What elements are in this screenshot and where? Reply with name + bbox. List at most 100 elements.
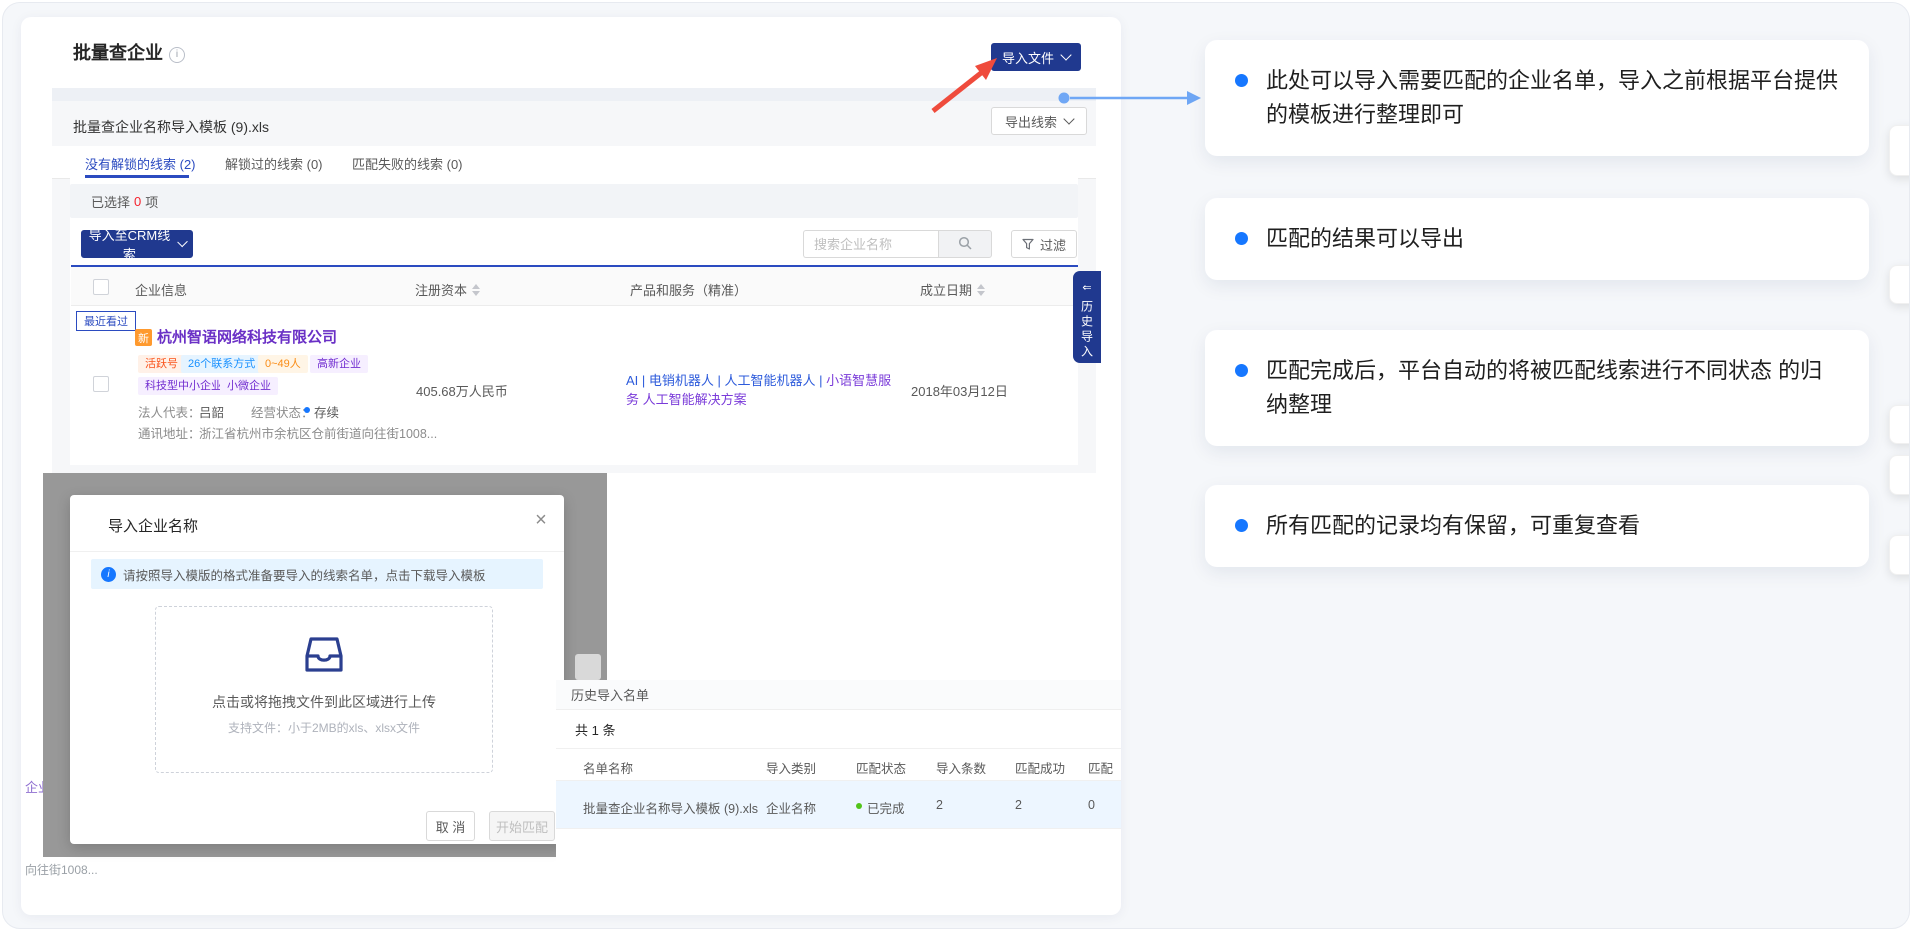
app-panel: 批量查企业名称导入模板 (9).xls 导出线索 没有解锁的线索 (2) 解锁过… — [52, 88, 1096, 473]
edge-card-fragment — [1889, 535, 1910, 575]
address-value: 浙江省杭州市余杭区仓前街道向往街1008... — [199, 423, 437, 442]
sort-icon[interactable] — [977, 284, 985, 296]
chevron-down-icon — [1063, 113, 1074, 124]
search-button[interactable] — [938, 230, 992, 258]
bullet-icon — [1235, 519, 1248, 532]
backdrop-button-fragment — [575, 654, 601, 680]
col-company-info: 企业信息 — [135, 280, 187, 299]
callout-text: 匹配的结果可以导出 — [1266, 222, 1464, 256]
start-match-button-disabled[interactable]: 开始匹配 — [489, 811, 555, 841]
edge-card-fragment — [1889, 125, 1910, 176]
biz-status-text: 存续 — [314, 406, 339, 420]
history-table-header: 名单名称 导入类别 匹配状态 导入条数 匹配成功 匹配失败 — [556, 748, 1121, 781]
col-label: 成立日期 — [920, 283, 972, 298]
import-to-crm-button[interactable]: 导入至CRM线索 — [81, 230, 193, 258]
row-checkbox[interactable] — [93, 376, 109, 392]
collapse-arrow-icon — [1082, 278, 1091, 296]
info-icon — [101, 567, 116, 582]
callout-export-results: 匹配的结果可以导出 — [1205, 198, 1869, 280]
recently-viewed-tag: 最近看过 — [76, 311, 136, 331]
cancel-button[interactable]: 取 消 — [426, 811, 475, 841]
sort-icon[interactable] — [472, 284, 480, 296]
history-import-panel: 历史导入名单 共 1 条 名单名称 导入类别 匹配状态 导入条数 匹配成功 匹配… — [556, 680, 1121, 887]
product-link-blue[interactable]: AI | 电销机器人 | 人工智能机器人 | — [626, 373, 826, 388]
callout-text: 匹配完成后，平台自动的将被匹配线索进行不同状态 的归纳整理 — [1266, 354, 1839, 422]
selection-prefix: 已选择 — [91, 192, 130, 211]
selection-suffix: 项 — [145, 192, 158, 211]
page-title: 批量查企业 — [73, 39, 185, 65]
red-pointer-arrow — [921, 51, 1011, 117]
import-to-crm-label: 导入至CRM线索 — [88, 225, 171, 263]
col-founded-date[interactable]: 成立日期 — [920, 280, 985, 299]
search-input[interactable] — [803, 230, 938, 258]
upload-dropzone[interactable]: 点击或将拖拽文件到此区域进行上传 支持文件：小于2MB的xls、xlsx文件 — [155, 606, 493, 773]
h-col-name: 名单名称 — [583, 758, 633, 777]
history-table-row: 批量查企业名称导入模板 (9).xls 企业名称 已完成 2 2 0 — [556, 781, 1121, 829]
tab-match-failed-leads[interactable]: 匹配失败的线索 (0) — [352, 154, 463, 173]
selection-bar: 已选择 0 项 — [70, 184, 1078, 218]
edge-card-fragment — [1889, 405, 1910, 444]
h-col-imported: 导入条数 — [936, 758, 986, 777]
h-row-failed: 0 — [1088, 798, 1095, 812]
leads-tabbar: 没有解锁的线索 (2) 解锁过的线索 (0) 匹配失败的线索 (0) — [52, 146, 1096, 179]
h-row-name: 批量查企业名称导入模板 (9).xls — [583, 798, 758, 817]
tag-hightech: 高新企业 — [310, 355, 368, 373]
tag-staff-size: 0~49人 — [258, 355, 308, 373]
bullet-icon — [1235, 364, 1248, 377]
callout-import-list: 此处可以导入需要匹配的企业名单，导入之前根据平台提供的模板进行整理即可 — [1205, 40, 1869, 156]
ghost-text-address: 向往街1008... — [25, 861, 98, 878]
callout-text: 此处可以导入需要匹配的企业名单，导入之前根据平台提供的模板进行整理即可 — [1266, 64, 1839, 132]
biz-status-value: 存续 — [314, 402, 339, 421]
h-row-matched: 2 — [1015, 798, 1022, 812]
callout-text: 所有匹配的记录均有保留，可重复查看 — [1266, 509, 1640, 543]
tab-unlocked-done-leads[interactable]: 解锁过的线索 (0) — [225, 154, 323, 173]
edge-card-fragment — [1889, 265, 1910, 304]
inbox-upload-icon — [300, 633, 348, 675]
products-services-cell: AI | 电销机器人 | 人工智能机器人 | 小语智慧服务 人工智能解决方案 — [626, 371, 902, 409]
imported-file-name: 批量查企业名称导入模板 (9).xls — [73, 117, 269, 137]
upload-main-text: 点击或将拖拽文件到此区域进行上传 — [156, 692, 492, 712]
product-link-purple2[interactable]: 人工智能解决方案 — [639, 392, 747, 407]
modal-info-banner: 请按照导入模版的格式准备要导入的线索名单，点击下载导入模板 — [91, 559, 543, 589]
export-leads-label: 导出线索 — [1005, 112, 1057, 131]
h-col-matched: 匹配成功 — [1015, 758, 1065, 777]
select-all-checkbox[interactable] — [93, 279, 109, 295]
tag-micro-company: 小微企业 — [220, 377, 278, 395]
status-done-dot-icon — [856, 803, 862, 809]
close-icon[interactable] — [528, 507, 554, 533]
h-row-type: 企业名称 — [766, 798, 816, 817]
col-label: 注册资本 — [415, 283, 467, 298]
h-row-imported: 2 — [936, 798, 943, 812]
chevron-down-icon — [177, 237, 188, 248]
col-registered-capital[interactable]: 注册资本 — [415, 280, 480, 299]
history-import-side-tab[interactable]: 历史导入 — [1073, 271, 1101, 363]
page-canvas: 批量查企业 导入文件 批量查企业名称导入模板 (9).xls 导出线索 没有解锁… — [2, 2, 1910, 929]
founded-date-value: 2018年03月12日 — [911, 381, 1008, 400]
edge-card-fragment — [1889, 455, 1910, 495]
filter-button[interactable]: 过滤 — [1011, 230, 1077, 258]
new-badge: 新 — [135, 329, 152, 346]
selection-count: 0 — [134, 194, 141, 209]
tab-unlocked-leads[interactable]: 没有解锁的线索 (2) — [85, 154, 196, 173]
history-total-count: 共 1 条 — [575, 720, 615, 739]
status-dot-icon — [304, 407, 310, 413]
title-info-icon — [169, 47, 185, 63]
modal-divider — [70, 551, 564, 552]
legal-rep-label: 法人代表： — [138, 402, 201, 421]
search-icon — [958, 236, 972, 250]
banner-text: 请按照导入模版的格式准备要导入的线索名单，点击下载导入模板 — [123, 565, 486, 584]
history-panel-header: 历史导入名单 — [556, 680, 1121, 710]
blue-connector-arrow — [1053, 87, 1203, 109]
filter-funnel-icon — [1022, 238, 1034, 250]
bullet-icon — [1235, 74, 1248, 87]
page-title-text: 批量查企业 — [73, 43, 163, 63]
h-row-status: 已完成 — [867, 798, 905, 817]
col-products-services: 产品和服务（精准） — [630, 280, 747, 299]
company-name-link[interactable]: 杭州智语网络科技有限公司 — [157, 326, 337, 347]
callout-records-kept: 所有匹配的记录均有保留，可重复查看 — [1205, 485, 1869, 567]
filter-label: 过滤 — [1040, 235, 1066, 254]
tag-contact-count: 26个联系方式 — [181, 355, 262, 373]
import-modal-screenshot: 导入企业名称 请按照导入模版的格式准备要导入的线索名单，点击下载导入模板 点击或… — [43, 473, 607, 857]
tag-tech-sme: 科技型中小企业 — [138, 377, 229, 395]
legal-rep-value: 吕韶 — [199, 402, 224, 421]
